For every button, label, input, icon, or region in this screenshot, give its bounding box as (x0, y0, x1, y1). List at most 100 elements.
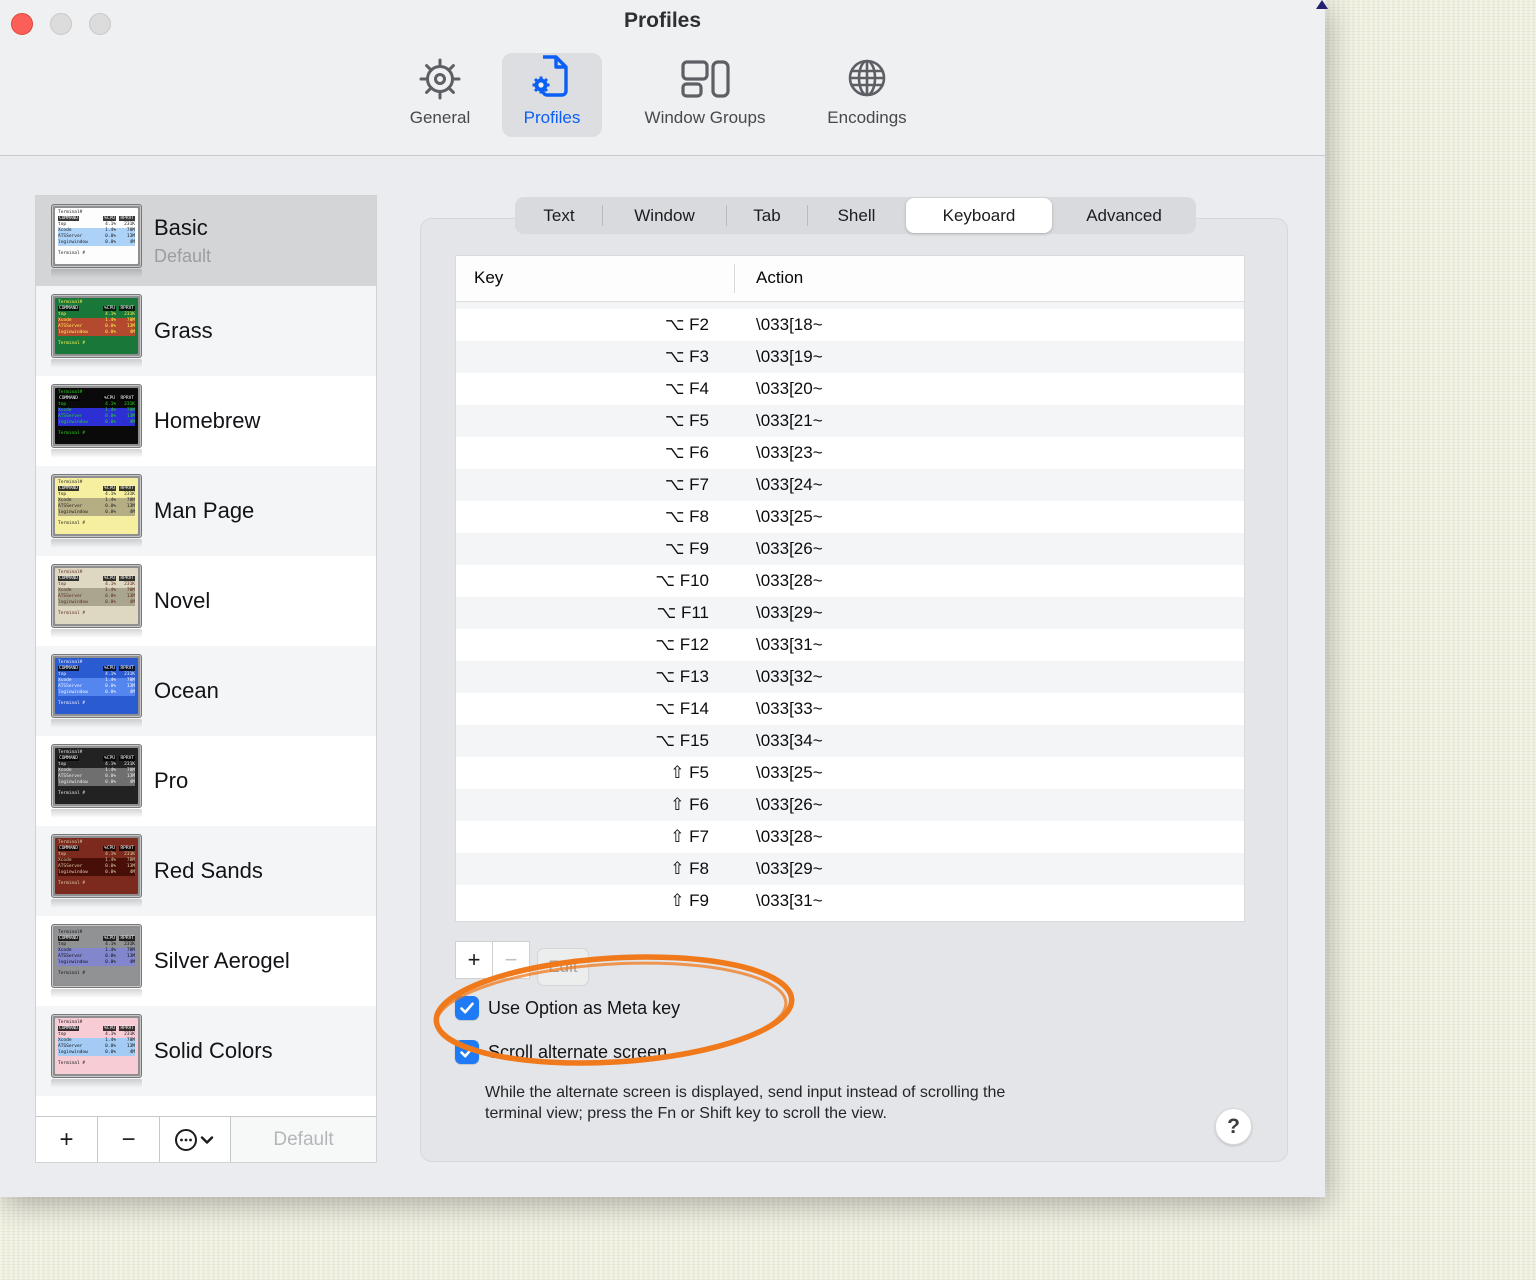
toolbar-item-encodings[interactable]: Encodings (777, 50, 957, 142)
profile-thumbnail: Terminal# COMMAND %CPU RPRVT top 4.1% 231K Xcod… (51, 294, 142, 368)
shortcut-row[interactable]: ⌥ F7 \033[24~ (456, 469, 1244, 501)
shortcut-action: \033[28~ (756, 571, 823, 590)
toolbar-item-label: Encodings (827, 108, 907, 127)
column-header-action[interactable]: Action (756, 268, 803, 288)
shortcut-row[interactable]: ⌥ F12 \033[31~ (456, 629, 1244, 661)
profile-row-silver-aerogel[interactable]: Terminal# COMMAND %CPU RPRVT top 4.1% 231K Xcod… (36, 916, 376, 1006)
shortcut-row[interactable]: ⌥ F9 \033[26~ (456, 533, 1244, 565)
shortcut-row[interactable]: ⌥ F15 \033[34~ (456, 725, 1244, 757)
shift-key-icon: ⇧ (670, 795, 685, 815)
thumb-row: loginwindow 0.0% 4M (58, 600, 135, 606)
profile-name: Solid Colors (154, 1038, 273, 1063)
thumb-row: loginwindow 0.0% 4M (58, 870, 135, 876)
profile-row-man-page[interactable]: Terminal# COMMAND %CPU RPRVT top 4.1% 231K Xcod… (36, 466, 376, 556)
add-profile-button[interactable]: + (36, 1117, 98, 1162)
shortcut-key: ⌥ F3 (664, 347, 709, 367)
shortcut-row[interactable]: ⌥ F2 \033[18~ (456, 309, 1244, 341)
shortcut-key: ⇧ F5 (670, 763, 709, 783)
shortcut-key: ⌥ F2 (664, 315, 709, 335)
edit-shortcut-button[interactable]: Edit (537, 948, 589, 986)
shift-key-icon: ⇧ (670, 827, 685, 847)
thumbnail-screen: Terminal# COMMAND %CPU RPRVT top 4.1% 231K Xcod… (55, 658, 138, 714)
option-key-icon: ⌥ (664, 507, 685, 527)
shortcut-row[interactable]: ⌥ F13 \033[32~ (456, 661, 1244, 693)
profile-name: Ocean (154, 678, 219, 703)
shortcut-row[interactable]: ⌥ F3 \033[19~ (456, 341, 1244, 373)
tab-tab[interactable]: Tab (727, 198, 807, 233)
thumb-prompt: Terminal # (58, 431, 86, 436)
option-key-icon: ⌥ (664, 347, 685, 367)
profile-name: Novel (154, 588, 211, 613)
option-as-meta-checkbox-row: Use Option as Meta key (455, 996, 680, 1020)
thumb-row: loginwindow 0.0% 4M (58, 780, 135, 786)
gear-icon (417, 50, 463, 102)
shortcut-action: \033[21~ (756, 411, 823, 430)
thumbnail-reflection (51, 809, 142, 818)
option-key-icon: ⌥ (655, 667, 675, 687)
option-key-icon: ⌥ (664, 379, 685, 399)
shortcut-row[interactable]: ⇧ F6 \033[26~ (456, 789, 1244, 821)
profile-thumbnail: Terminal# COMMAND %CPU RPRVT top 4.1% 231K Xcod… (51, 1014, 142, 1088)
shortcut-key: ⌥ F6 (664, 443, 709, 463)
profile-row-ocean[interactable]: Terminal# COMMAND %CPU RPRVT top 4.1% 231K Xcod… (36, 646, 376, 736)
thumb-row: loginwindow 0.0% 4M (58, 690, 135, 696)
shortcut-row[interactable]: ⌥ F8 \033[25~ (456, 501, 1244, 533)
profile-row-solid-colors[interactable]: Terminal# COMMAND %CPU RPRVT top 4.1% 231K Xcod… (36, 1006, 376, 1096)
tab-text[interactable]: Text (516, 198, 602, 233)
shortcut-action: \033[29~ (756, 859, 823, 878)
scroll-alternate-checkbox[interactable] (455, 1040, 479, 1064)
column-header-key[interactable]: Key (474, 268, 503, 288)
profile-labels: Red Sands (154, 858, 263, 884)
shortcut-row[interactable]: ⌥ F14 \033[33~ (456, 693, 1244, 725)
shortcut-row[interactable]: ⇧ F9 \033[31~ (456, 885, 1244, 917)
thumb-prompt: Terminal # (58, 971, 86, 976)
remove-profile-button[interactable]: − (98, 1117, 160, 1162)
option-key-icon: ⌥ (655, 635, 675, 655)
column-divider[interactable] (734, 264, 735, 293)
default-button[interactable]: Default (231, 1117, 376, 1162)
thumbnail-screen: Terminal# COMMAND %CPU RPRVT top 4.1% 231K Xcod… (55, 1018, 138, 1074)
shortcut-row[interactable]: ⌥ F4 \033[20~ (456, 373, 1244, 405)
profile-row-grass[interactable]: Terminal# COMMAND %CPU RPRVT top 4.1% 231K Xcod… (36, 286, 376, 376)
shortcut-row[interactable]: ⇧ F7 \033[28~ (456, 821, 1244, 853)
option-key-icon: ⌥ (664, 475, 685, 495)
shortcut-key: ⌥ F5 (664, 411, 709, 431)
scroll-alternate-checkbox-row: Scroll alternate screen (455, 1040, 667, 1064)
table-body: ⌥ F2 \033[18~ ⌥ F3 \033[19~ ⌥ F4 \033[20~ ⌥ F5… (456, 309, 1244, 917)
shortcut-key: ⌥ F12 (655, 635, 709, 655)
tab-window[interactable]: Window (603, 198, 726, 233)
shortcut-row[interactable]: ⇧ F8 \033[29~ (456, 853, 1244, 885)
remove-shortcut-button[interactable]: − (492, 941, 530, 979)
tab-shell[interactable]: Shell (808, 198, 905, 233)
thumb-prompt: Terminal # (58, 251, 86, 256)
window-groups-icon (679, 50, 731, 102)
thumbnail-screen: Terminal# COMMAND %CPU RPRVT top 4.1% 231K Xcod… (55, 478, 138, 534)
shortcut-action: \033[34~ (756, 731, 823, 750)
profile-row-novel[interactable]: Terminal# COMMAND %CPU RPRVT top 4.1% 231K Xcod… (36, 556, 376, 646)
thumbnail-screen: Terminal# COMMAND %CPU RPRVT top 4.1% 231K Xcod… (55, 748, 138, 804)
profile-row-homebrew[interactable]: Terminal# COMMAND %CPU RPRVT top 4.1% 231K Xcod… (36, 376, 376, 466)
more-options-button[interactable] (160, 1117, 231, 1162)
sidebar-footer: + − Default (36, 1116, 376, 1162)
shortcut-row[interactable]: ⌥ F10 \033[28~ (456, 565, 1244, 597)
add-shortcut-button[interactable]: + (455, 941, 493, 979)
shortcut-row[interactable]: ⌥ F6 \033[23~ (456, 437, 1244, 469)
profile-row-red-sands[interactable]: Terminal# COMMAND %CPU RPRVT top 4.1% 231K Xcod… (36, 826, 376, 916)
toolbar-item-window-groups[interactable]: Window Groups (615, 50, 795, 142)
shift-key-icon: ⇧ (670, 891, 685, 911)
help-button[interactable]: ? (1215, 1108, 1252, 1145)
shortcut-row[interactable]: ⌥ F5 \033[21~ (456, 405, 1244, 437)
thumbnail-reflection (51, 1079, 142, 1088)
tab-advanced[interactable]: Advanced (1053, 198, 1195, 233)
tab-keyboard[interactable]: Keyboard (906, 198, 1052, 233)
shortcut-row[interactable]: ⇧ F5 \033[25~ (456, 757, 1244, 789)
shortcut-action: \033[19~ (756, 347, 823, 366)
profile-row-pro[interactable]: Terminal# COMMAND %CPU RPRVT top 4.1% 231K Xcod… (36, 736, 376, 826)
shortcut-action: \033[26~ (756, 539, 823, 558)
shortcut-row[interactable]: ⌥ F11 \033[29~ (456, 597, 1244, 629)
shortcut-key: ⌥ F7 (664, 475, 709, 495)
profile-row-basic[interactable]: Terminal# COMMAND %CPU RPRVT top 4.1% 231K Xcod… (36, 196, 376, 286)
shortcut-action: \033[28~ (756, 827, 823, 846)
profile-name: Silver Aerogel (154, 948, 290, 973)
option-as-meta-checkbox[interactable] (455, 996, 479, 1020)
